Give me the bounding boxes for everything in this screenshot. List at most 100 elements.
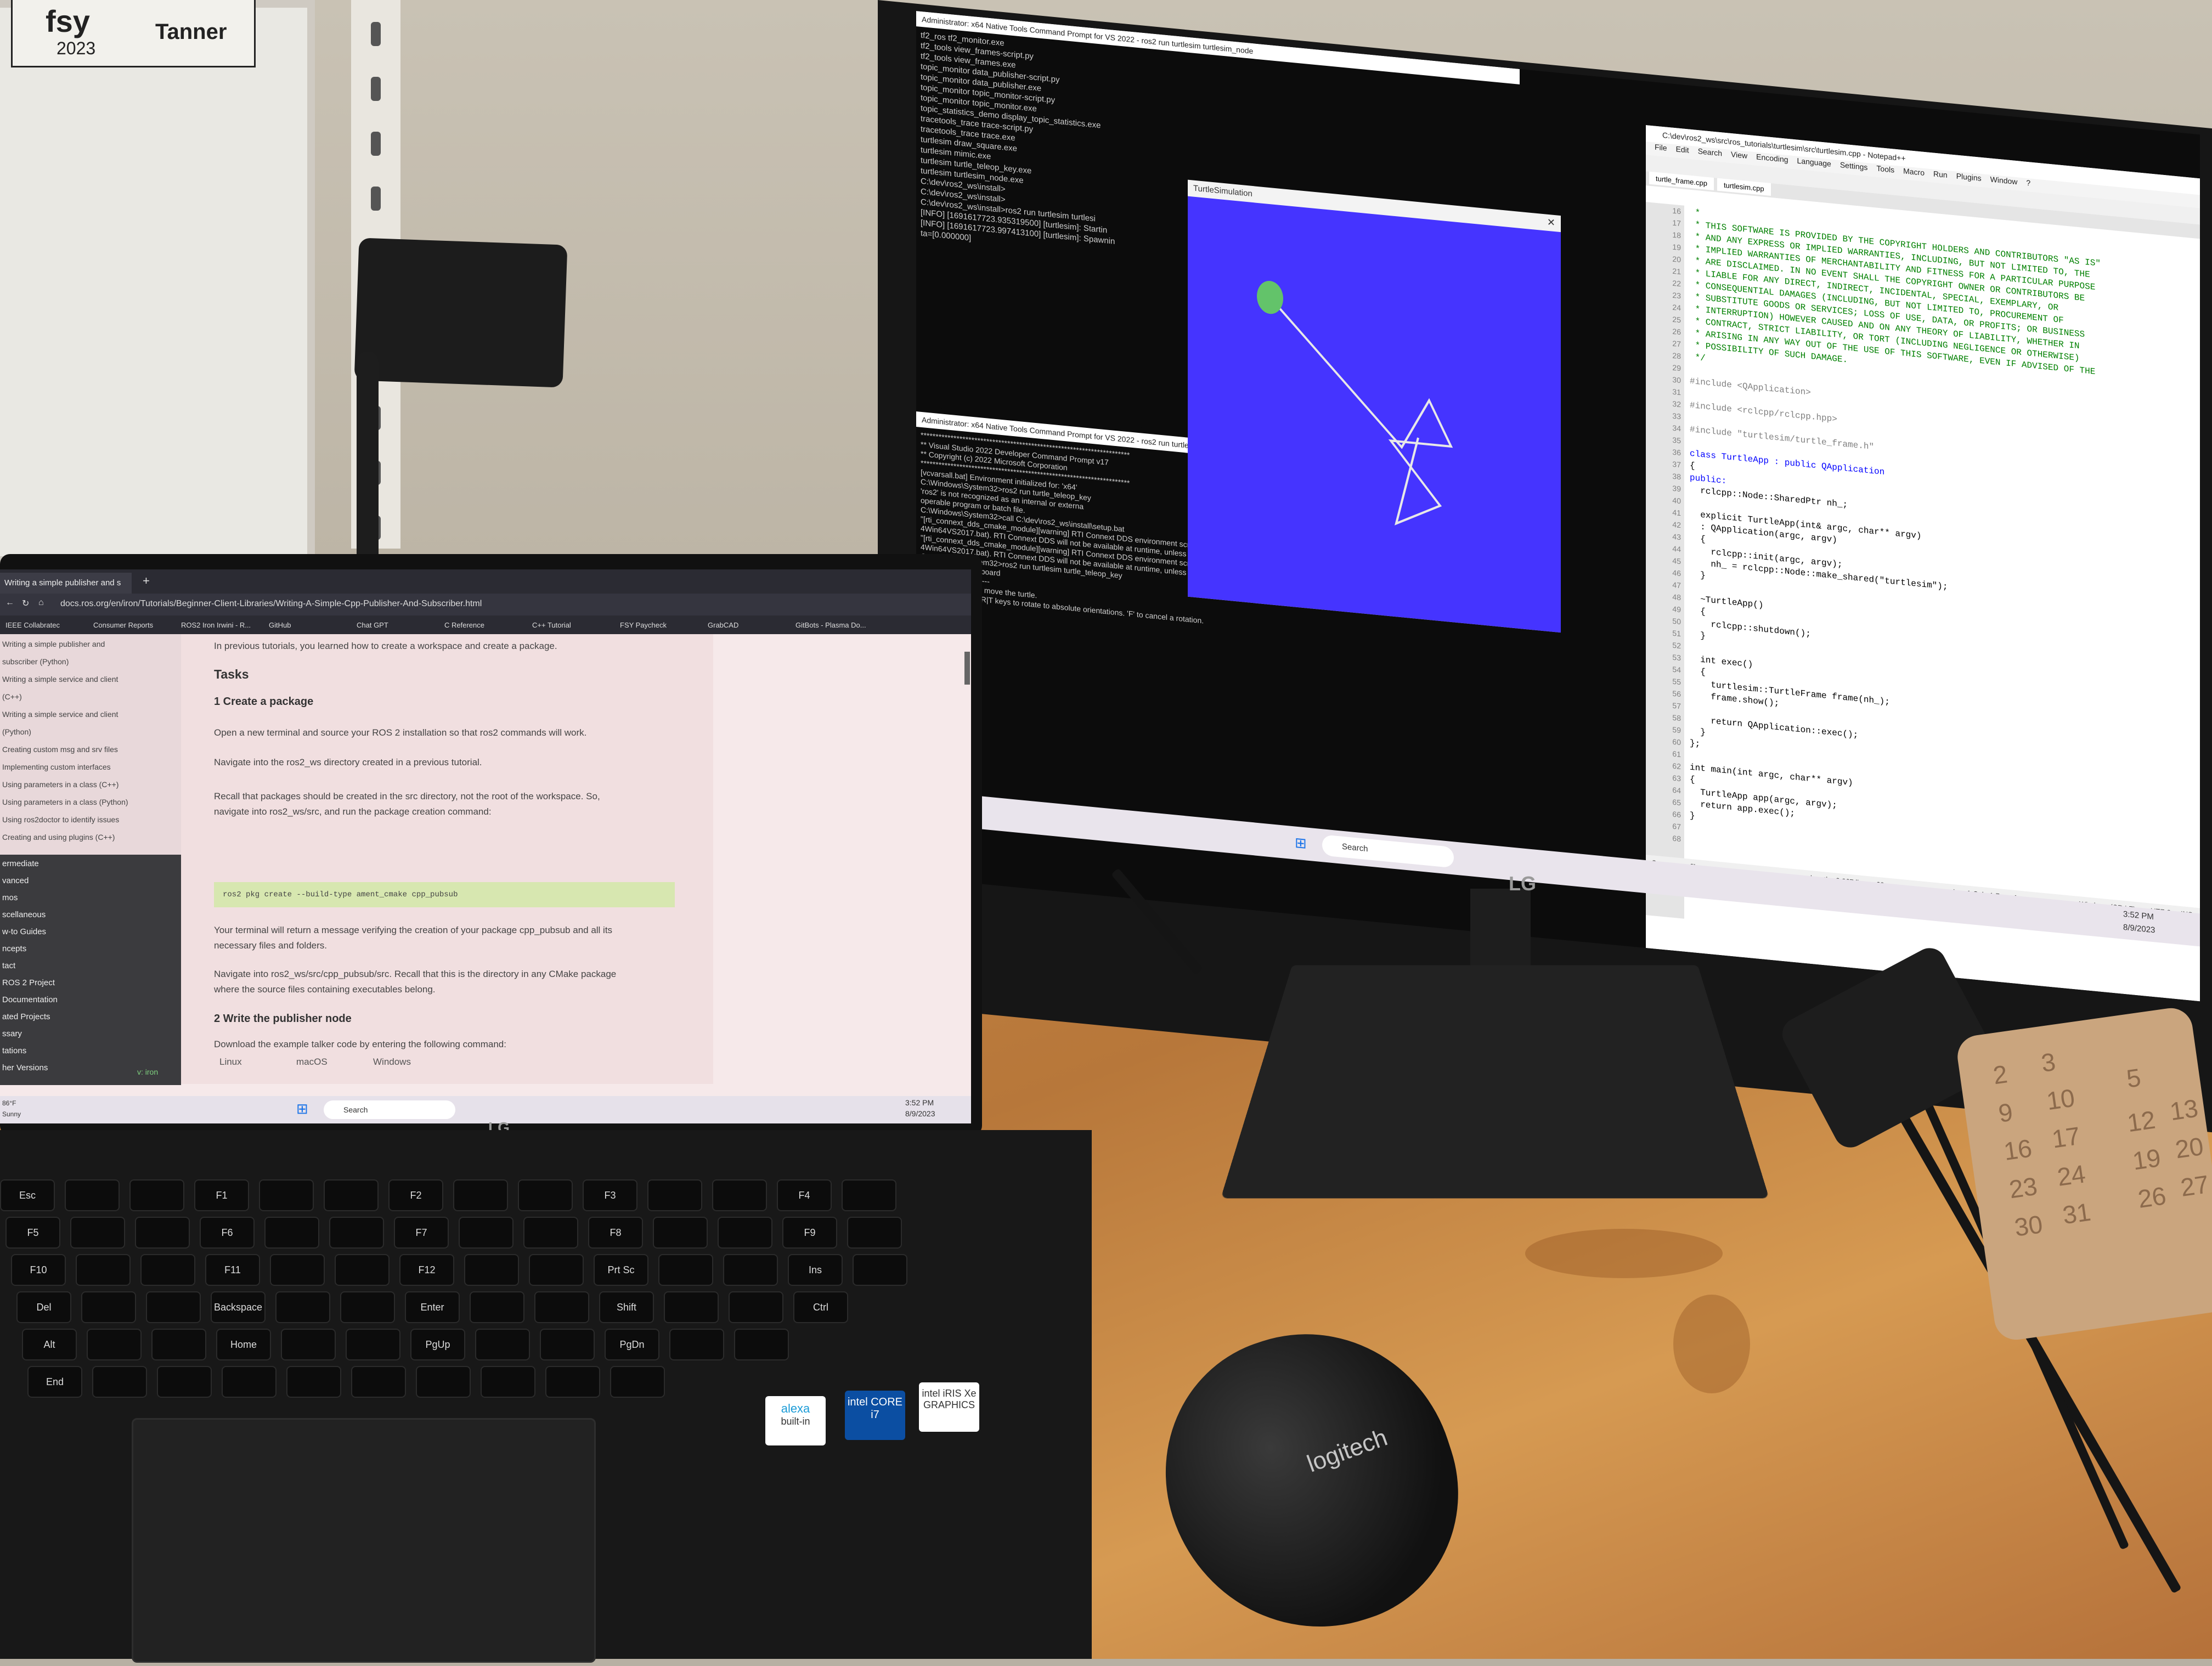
bookmark-item[interactable]: FSY Paycheck bbox=[620, 621, 667, 629]
bookmark-item[interactable]: Consumer Reports bbox=[93, 621, 153, 629]
keyboard-key[interactable]: Ctrl bbox=[793, 1291, 848, 1323]
sidebar-item[interactable]: Writing a simple publisher and bbox=[2, 640, 105, 648]
keyboard-key[interactable]: Ins bbox=[788, 1254, 843, 1286]
sidebar-nav-item[interactable]: ncepts bbox=[2, 944, 26, 953]
keyboard-key[interactable] bbox=[335, 1254, 390, 1286]
sidebar-item[interactable]: Writing a simple service and client bbox=[2, 675, 118, 684]
keyboard-key[interactable]: Del bbox=[16, 1291, 71, 1323]
keyboard-key[interactable] bbox=[140, 1254, 195, 1286]
laptop-keyboard[interactable]: Esc F1 F2 F3 F4 F5 F6 F7 F8 F9 F10 F11 F12 Prt Sc Ins D… bbox=[0, 1179, 988, 1410]
keyboard-key[interactable]: Backspace bbox=[211, 1291, 266, 1323]
keyboard-key[interactable]: Shift bbox=[599, 1291, 654, 1323]
keyboard-key[interactable]: F11 bbox=[205, 1254, 260, 1286]
keyboard-key[interactable] bbox=[723, 1254, 778, 1286]
menu-item[interactable]: View bbox=[1731, 150, 1747, 160]
close-icon[interactable]: ✕ bbox=[1547, 217, 1555, 229]
menu-item[interactable]: Run bbox=[1933, 170, 1948, 179]
keyboard-key[interactable]: F4 bbox=[777, 1179, 832, 1211]
keyboard-key[interactable] bbox=[270, 1254, 325, 1286]
sidebar-item[interactable]: (C++) bbox=[2, 692, 22, 701]
keyboard-key[interactable] bbox=[346, 1329, 400, 1360]
sidebar-nav-item[interactable]: ated Projects bbox=[2, 1012, 50, 1021]
bookmark-item[interactable]: GitHub bbox=[269, 621, 291, 629]
turtlesim-window[interactable]: TurtleSimulation ✕ bbox=[1188, 179, 1561, 633]
sidebar-item[interactable]: Creating custom msg and srv files bbox=[2, 745, 118, 754]
keyboard-key[interactable] bbox=[729, 1291, 783, 1323]
keyboard-key[interactable] bbox=[712, 1179, 767, 1211]
windows-start-icon[interactable]: ⊞ bbox=[1295, 834, 1307, 852]
keyboard-key[interactable] bbox=[540, 1329, 595, 1360]
keyboard-key[interactable] bbox=[453, 1179, 508, 1211]
menu-item[interactable]: ? bbox=[2026, 178, 2030, 188]
keyboard-key[interactable]: Home bbox=[216, 1329, 271, 1360]
sidebar-item[interactable]: Using ros2doctor to identify issues bbox=[2, 815, 119, 824]
keyboard-key[interactable] bbox=[329, 1217, 384, 1249]
keyboard-key[interactable] bbox=[470, 1291, 524, 1323]
os-tab[interactable]: macOS bbox=[296, 1057, 328, 1068]
sidebar-nav-item[interactable]: vanced bbox=[2, 876, 29, 885]
keyboard-key[interactable]: F3 bbox=[583, 1179, 637, 1211]
bookmark-item[interactable]: IEEE Collabratec bbox=[5, 621, 60, 629]
docs-sidebar-nav[interactable]: v: iron ermediate vanced mos scellaneous w-t… bbox=[0, 855, 181, 1085]
keyboard-key[interactable] bbox=[286, 1366, 341, 1398]
code-block[interactable]: ros2 pkg create --build-type ament_cmake… bbox=[214, 882, 675, 907]
keyboard-key[interactable]: F8 bbox=[588, 1217, 643, 1249]
keyboard-key[interactable]: F7 bbox=[394, 1217, 449, 1249]
keyboard-key[interactable]: F9 bbox=[782, 1217, 837, 1249]
keyboard-key[interactable] bbox=[157, 1366, 212, 1398]
keyboard-key[interactable] bbox=[734, 1329, 789, 1360]
version-badge[interactable]: v: iron bbox=[137, 1068, 158, 1076]
keyboard-key[interactable] bbox=[847, 1217, 902, 1249]
keyboard-key[interactable] bbox=[87, 1329, 142, 1360]
browser-tab[interactable]: Writing a simple publisher and s bbox=[0, 573, 132, 594]
keyboard-key[interactable]: PgDn bbox=[605, 1329, 659, 1360]
keyboard-key[interactable]: Esc bbox=[0, 1179, 55, 1211]
sidebar-item[interactable]: Writing a simple service and client bbox=[2, 710, 118, 719]
sidebar-nav-item[interactable]: Documentation bbox=[2, 995, 58, 1004]
windows-start-icon[interactable]: ⊞ bbox=[296, 1100, 308, 1117]
keyboard-key[interactable] bbox=[545, 1366, 600, 1398]
keyboard-key[interactable]: F1 bbox=[194, 1179, 249, 1211]
keyboard-key[interactable] bbox=[718, 1217, 772, 1249]
keyboard-key[interactable] bbox=[853, 1254, 907, 1286]
os-tab[interactable]: Windows bbox=[373, 1057, 411, 1068]
keyboard-key[interactable] bbox=[222, 1366, 276, 1398]
keyboard-key[interactable] bbox=[459, 1217, 514, 1249]
address-bar[interactable]: ← ↻ ⌂ docs.ros.org/en/iron/Tutorials/Beg… bbox=[0, 594, 971, 615]
keyboard-key[interactable] bbox=[669, 1329, 724, 1360]
keyboard-key[interactable] bbox=[135, 1217, 190, 1249]
keyboard-key[interactable]: F10 bbox=[11, 1254, 66, 1286]
keyboard-key[interactable] bbox=[647, 1179, 702, 1211]
keyboard-key[interactable]: End bbox=[27, 1366, 82, 1398]
keyboard-key[interactable] bbox=[81, 1291, 136, 1323]
keyboard-key[interactable] bbox=[281, 1329, 336, 1360]
sidebar-nav-item[interactable]: tact bbox=[2, 961, 15, 970]
keyboard-key[interactable] bbox=[92, 1366, 147, 1398]
home-icon[interactable]: ⌂ bbox=[38, 598, 44, 608]
keyboard-key[interactable] bbox=[70, 1217, 125, 1249]
taskbar-search[interactable]: Search bbox=[324, 1100, 455, 1119]
keyboard-key[interactable] bbox=[146, 1291, 201, 1323]
menu-item[interactable]: Tools bbox=[1876, 164, 1894, 174]
keyboard-key[interactable] bbox=[324, 1179, 379, 1211]
menu-item[interactable]: Search bbox=[1698, 146, 1722, 157]
keyboard-key[interactable] bbox=[65, 1179, 120, 1211]
keyboard-key[interactable]: PgUp bbox=[410, 1329, 465, 1360]
back-icon[interactable]: ← bbox=[5, 598, 14, 608]
menu-item[interactable]: File bbox=[1655, 143, 1667, 153]
sidebar-nav-item[interactable]: mos bbox=[2, 893, 18, 902]
keyboard-key[interactable]: Enter bbox=[405, 1291, 460, 1323]
sidebar-item[interactable]: subscriber (Python) bbox=[2, 657, 69, 666]
laptop-taskbar[interactable]: 86°F Sunny ⊞ Search 3:52 PM 8/9/2023 bbox=[0, 1096, 971, 1123]
bookmark-item[interactable]: GitBots - Plasma Do... bbox=[795, 621, 866, 629]
keyboard-key[interactable] bbox=[842, 1179, 896, 1211]
sidebar-nav-item[interactable]: ROS 2 Project bbox=[2, 978, 55, 987]
keyboard-key[interactable]: F5 bbox=[5, 1217, 60, 1249]
keyboard-key[interactable] bbox=[275, 1291, 330, 1323]
keyboard-key[interactable] bbox=[129, 1179, 184, 1211]
bookmark-item[interactable]: Chat GPT bbox=[357, 621, 388, 629]
keyboard-key[interactable] bbox=[518, 1179, 573, 1211]
keyboard-key[interactable]: F12 bbox=[399, 1254, 454, 1286]
url-text[interactable]: docs.ros.org/en/iron/Tutorials/Beginner-… bbox=[60, 599, 482, 609]
keyboard-key[interactable] bbox=[475, 1329, 530, 1360]
